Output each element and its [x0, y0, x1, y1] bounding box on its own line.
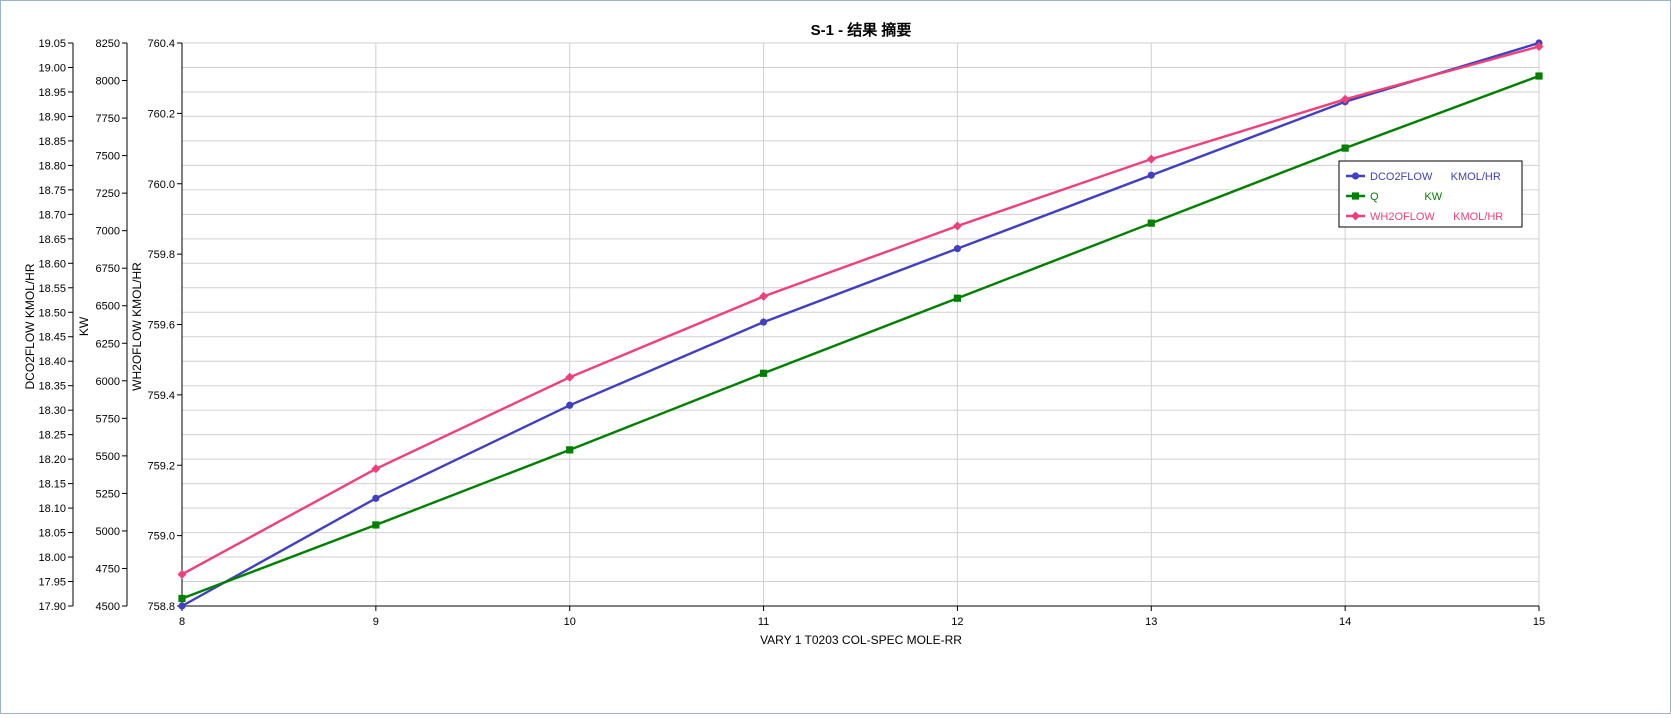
dco2-tick-label: 18.70: [38, 209, 66, 221]
dco2-tick-label: 18.15: [38, 479, 66, 491]
q-tick-label: 8000: [96, 76, 120, 88]
x-tick-label: 8: [179, 616, 185, 628]
x-tick-label: 10: [564, 616, 576, 628]
data-point-dco2: [372, 494, 380, 502]
dco2-tick-label: 18.40: [38, 356, 66, 368]
wh2o-tick-label: 760.0: [147, 179, 175, 191]
data-point-dco2: [178, 602, 186, 610]
dco2-tick-label: 19.05: [38, 38, 66, 50]
dco2-axis-title: DCO2FLOW KMOL/HR: [23, 263, 37, 389]
q-tick-label: 4750: [96, 563, 120, 575]
chart-window: 8 9 10 11 12 13 14 15 17.90 17.95 18.00 18.05 18.10 1…: [0, 0, 1671, 714]
dco2-tick-label: 18.55: [38, 283, 66, 295]
wh2o-tick-label: 760.2: [147, 108, 175, 120]
x-tick-label: 12: [951, 616, 963, 628]
wh2o-axis-title: WH2OFLOW KMOL/HR: [130, 262, 144, 391]
dco2-tick-label: 18.65: [38, 234, 66, 246]
data-point-q: [1147, 219, 1155, 227]
q-tick-label: 8250: [96, 38, 120, 50]
q-tick-label: 4500: [96, 601, 120, 613]
wh2o-tick-label: 759.2: [147, 460, 175, 472]
wh2o-tick-label: 760.4: [147, 38, 175, 50]
dco2-tick-label: 18.90: [38, 111, 66, 123]
x-tick-label: 13: [1145, 616, 1157, 628]
legend-marker-q: [1351, 192, 1360, 200]
q-tick-label: 5000: [96, 526, 120, 538]
data-point-dco2: [759, 318, 768, 326]
q-tick-label: 5750: [96, 413, 120, 425]
wh2o-tick-label: 758.8: [147, 601, 175, 613]
dco2-tick-label: 18.05: [38, 528, 66, 540]
data-point-q: [566, 446, 574, 454]
wh2o-tick-label: 759.8: [147, 249, 175, 261]
data-point-q: [1341, 144, 1349, 152]
dco2-tick-label: 18.35: [38, 381, 66, 393]
x-tick-label: 9: [373, 616, 379, 628]
q-tick-label: 7250: [96, 188, 120, 200]
dco2-tick-label: 18.80: [38, 160, 66, 172]
dco2-tick-label: 17.90: [38, 601, 66, 613]
x-tick-label: 11: [758, 616, 769, 628]
legend: DCO2FLOW KMOL/HR Q KW WH2OFLOW KMOL/HR: [1338, 160, 1523, 228]
x-tick-label: 15: [1533, 616, 1545, 628]
q-tick-label: 6250: [96, 338, 120, 350]
dco2-tick-label: 18.20: [38, 454, 66, 466]
dco2-tick-label: 18.00: [38, 552, 66, 564]
x-tick-label: 14: [1339, 616, 1351, 628]
legend-marker-dco2: [1351, 172, 1360, 180]
dco2-tick-label: 18.45: [38, 332, 66, 344]
q-tick-label: 6750: [96, 263, 120, 275]
dco2-tick-label: 18.60: [38, 258, 66, 270]
dco2-tick-label: 18.85: [38, 136, 66, 148]
dco2-tick-label: 18.25: [38, 430, 66, 442]
wh2o-tick-label: 759.0: [147, 531, 175, 543]
data-point-q: [953, 294, 962, 302]
q-tick-label: 7000: [96, 226, 120, 238]
data-point-dco2: [953, 245, 962, 253]
dco2-tick-label: 18.95: [38, 87, 66, 99]
wh2o-tick-label: 759.4: [147, 390, 175, 402]
chart-title: S-1 - 结果 摘要: [811, 21, 912, 39]
q-axis-title: KW: [77, 316, 91, 336]
x-axis-label: VARY 1 T0203 COL-SPEC MOLE-RR: [760, 633, 962, 647]
data-point-q: [372, 521, 380, 529]
dco2-tick-label: 18.10: [38, 503, 66, 515]
q-tick-label: 5250: [96, 488, 120, 500]
data-point-dco2: [1147, 171, 1155, 179]
data-point-q: [759, 369, 768, 377]
dco2-tick-label: 18.50: [38, 307, 66, 319]
dco2-tick-label: 17.95: [38, 577, 66, 589]
legend-label-dco2: DCO2FLOW KMOL/HR: [1370, 171, 1501, 183]
q-tick-label: 5500: [96, 451, 120, 463]
legend-label-q: Q KW: [1370, 191, 1443, 203]
data-point-dco2: [566, 401, 574, 409]
q-tick-label: 6000: [96, 376, 120, 388]
chart-svg: 8 9 10 11 12 13 14 15 17.90 17.95 18.00 18.05 18.10 1…: [23, 21, 1545, 647]
wh2o-tick-label: 759.6: [147, 320, 175, 332]
dco2-tick-label: 18.75: [38, 185, 66, 197]
q-tick-label: 7750: [96, 113, 120, 125]
legend-label-wh2o: WH2OFLOW KMOL/HR: [1370, 211, 1503, 223]
data-point-q: [1535, 72, 1543, 80]
data-point-q: [178, 594, 186, 603]
q-tick-label: 7500: [96, 151, 120, 163]
dco2-tick-label: 19.00: [38, 62, 66, 74]
dco2-tick-label: 18.30: [38, 405, 66, 417]
q-tick-label: 6500: [96, 301, 120, 313]
